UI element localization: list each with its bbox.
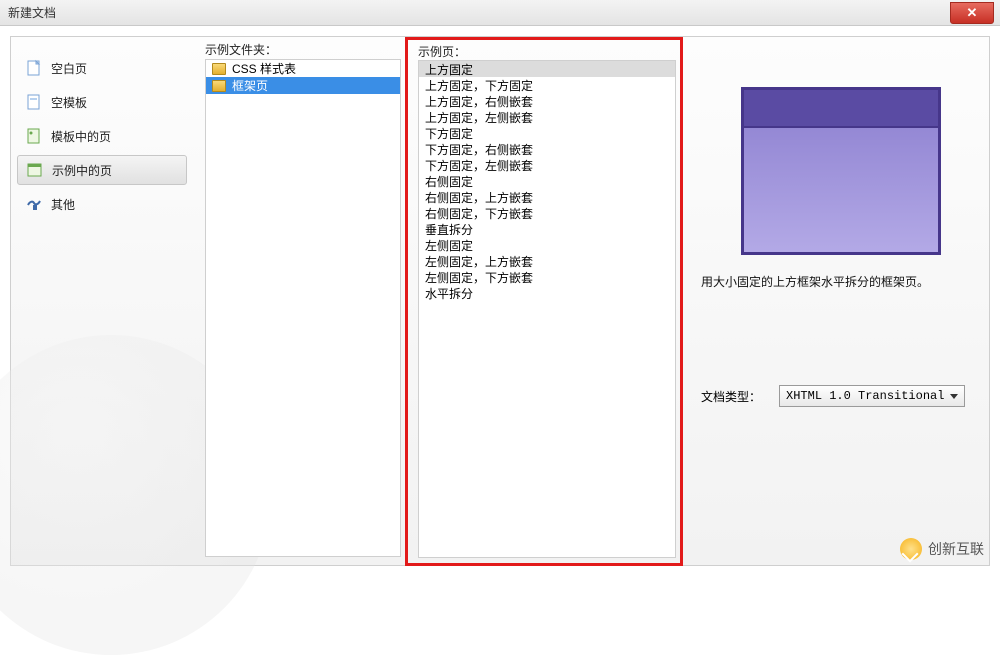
watermark-text: 创新互联: [928, 539, 984, 559]
sample-pages-icon: [26, 161, 44, 179]
page-item-label: 上方固定，左侧嵌套: [425, 109, 533, 126]
page-item[interactable]: 下方固定，左侧嵌套: [419, 157, 675, 173]
sidebar-item-label: 空白页: [51, 60, 87, 77]
page-item-label: 左侧固定: [425, 237, 473, 254]
watermark: 创新互联: [900, 538, 984, 560]
sidebar-item-blank-page[interactable]: 空白页: [17, 53, 187, 83]
sidebar-item-label: 其他: [51, 196, 75, 213]
template-blank-icon: [25, 93, 43, 111]
page-item-label: 右侧固定: [425, 173, 473, 190]
category-sidebar: 空白页 空模板 模板中的页 示例中的页 其他: [17, 53, 187, 223]
doctype-label: 文档类型：: [701, 388, 761, 405]
page-item[interactable]: 上方固定，右侧嵌套: [419, 93, 675, 109]
sidebar-item-label: 模板中的页: [51, 128, 111, 145]
template-pages-icon: [25, 127, 43, 145]
page-item[interactable]: 下方固定，右侧嵌套: [419, 141, 675, 157]
close-button[interactable]: ✕: [950, 2, 994, 24]
pages-highlight-frame: 示例页： 上方固定 上方固定，下方固定 上方固定，右侧嵌套 上方固定，左侧嵌套 …: [405, 37, 683, 566]
page-item[interactable]: 右侧固定，下方嵌套: [419, 205, 675, 221]
folders-listbox[interactable]: CSS 样式表 框架页: [205, 59, 401, 557]
page-item-label: 垂直拆分: [425, 221, 473, 238]
page-item-label: 下方固定，左侧嵌套: [425, 157, 533, 174]
other-icon: [25, 195, 43, 213]
folders-column-label: 示例文件夹：: [205, 41, 277, 58]
sidebar-item-other[interactable]: 其他: [17, 189, 187, 219]
page-item-label: 左侧固定，下方嵌套: [425, 269, 533, 286]
page-item[interactable]: 上方固定，下方固定: [419, 77, 675, 93]
page-item[interactable]: 左侧固定: [419, 237, 675, 253]
preview-thumbnail: [741, 87, 941, 255]
page-item[interactable]: 上方固定，左侧嵌套: [419, 109, 675, 125]
dialog-body: 空白页 空模板 模板中的页 示例中的页 其他 示例文件夹：: [10, 36, 990, 566]
sidebar-item-label: 示例中的页: [52, 162, 112, 179]
folder-icon: [212, 80, 226, 92]
page-item-label: 上方固定，下方固定: [425, 77, 533, 94]
page-item[interactable]: 水平拆分: [419, 285, 675, 301]
page-item-label: 下方固定，右侧嵌套: [425, 141, 533, 158]
doctype-value: XHTML 1.0 Transitional: [786, 389, 944, 403]
page-item-label: 水平拆分: [425, 285, 473, 302]
preview-description: 用大小固定的上方框架水平拆分的框架页。: [701, 273, 973, 290]
page-item-label: 上方固定，右侧嵌套: [425, 93, 533, 110]
page-item[interactable]: 上方固定: [419, 61, 675, 77]
watermark-logo-icon: [900, 538, 922, 560]
page-item-label: 右侧固定，下方嵌套: [425, 205, 533, 222]
page-item-label: 上方固定: [425, 61, 473, 78]
folder-item-label: CSS 样式表: [232, 60, 296, 77]
page-blank-icon: [25, 59, 43, 77]
folder-item-frames[interactable]: 框架页: [206, 77, 400, 94]
close-icon: ✕: [967, 5, 978, 21]
preview-top-frame: [744, 90, 938, 128]
page-item[interactable]: 左侧固定，上方嵌套: [419, 253, 675, 269]
folder-item-label: 框架页: [232, 77, 268, 94]
sidebar-item-template-pages[interactable]: 模板中的页: [17, 121, 187, 151]
page-item[interactable]: 左侧固定，下方嵌套: [419, 269, 675, 285]
titlebar: 新建文档 ✕: [0, 0, 1000, 26]
page-item-label: 左侧固定，上方嵌套: [425, 253, 533, 270]
sidebar-item-blank-template[interactable]: 空模板: [17, 87, 187, 117]
sidebar-item-sample-pages[interactable]: 示例中的页: [17, 155, 187, 185]
pages-column-label: 示例页：: [418, 43, 680, 60]
pages-listbox[interactable]: 上方固定 上方固定，下方固定 上方固定，右侧嵌套 上方固定，左侧嵌套 下方固定 …: [418, 60, 676, 558]
folder-icon: [212, 63, 226, 75]
page-item-label: 下方固定: [425, 125, 473, 142]
page-item[interactable]: 下方固定: [419, 125, 675, 141]
preview-pane: 用大小固定的上方框架水平拆分的框架页。: [701, 67, 981, 290]
page-item[interactable]: 垂直拆分: [419, 221, 675, 237]
window-title: 新建文档: [8, 4, 56, 21]
folder-item-css[interactable]: CSS 样式表: [206, 60, 400, 77]
page-item-label: 右侧固定，上方嵌套: [425, 189, 533, 206]
chevron-down-icon: [950, 394, 958, 399]
doctype-row: 文档类型： XHTML 1.0 Transitional: [701, 385, 965, 407]
doctype-select[interactable]: XHTML 1.0 Transitional: [779, 385, 965, 407]
page-item[interactable]: 右侧固定，上方嵌套: [419, 189, 675, 205]
page-item[interactable]: 右侧固定: [419, 173, 675, 189]
sidebar-item-label: 空模板: [51, 94, 87, 111]
